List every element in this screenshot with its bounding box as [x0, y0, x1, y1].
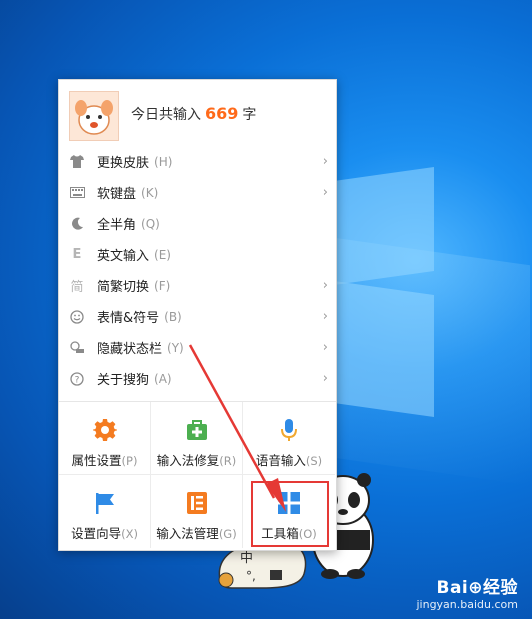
watermark-url: jingyan.baidu.com: [416, 598, 518, 611]
watermark-logo: Bai⊕经验: [436, 578, 518, 598]
baidu-jingyan-watermark: Bai⊕经验 jingyan.baidu.com: [416, 573, 518, 611]
annotation-arrow: [188, 344, 286, 512]
